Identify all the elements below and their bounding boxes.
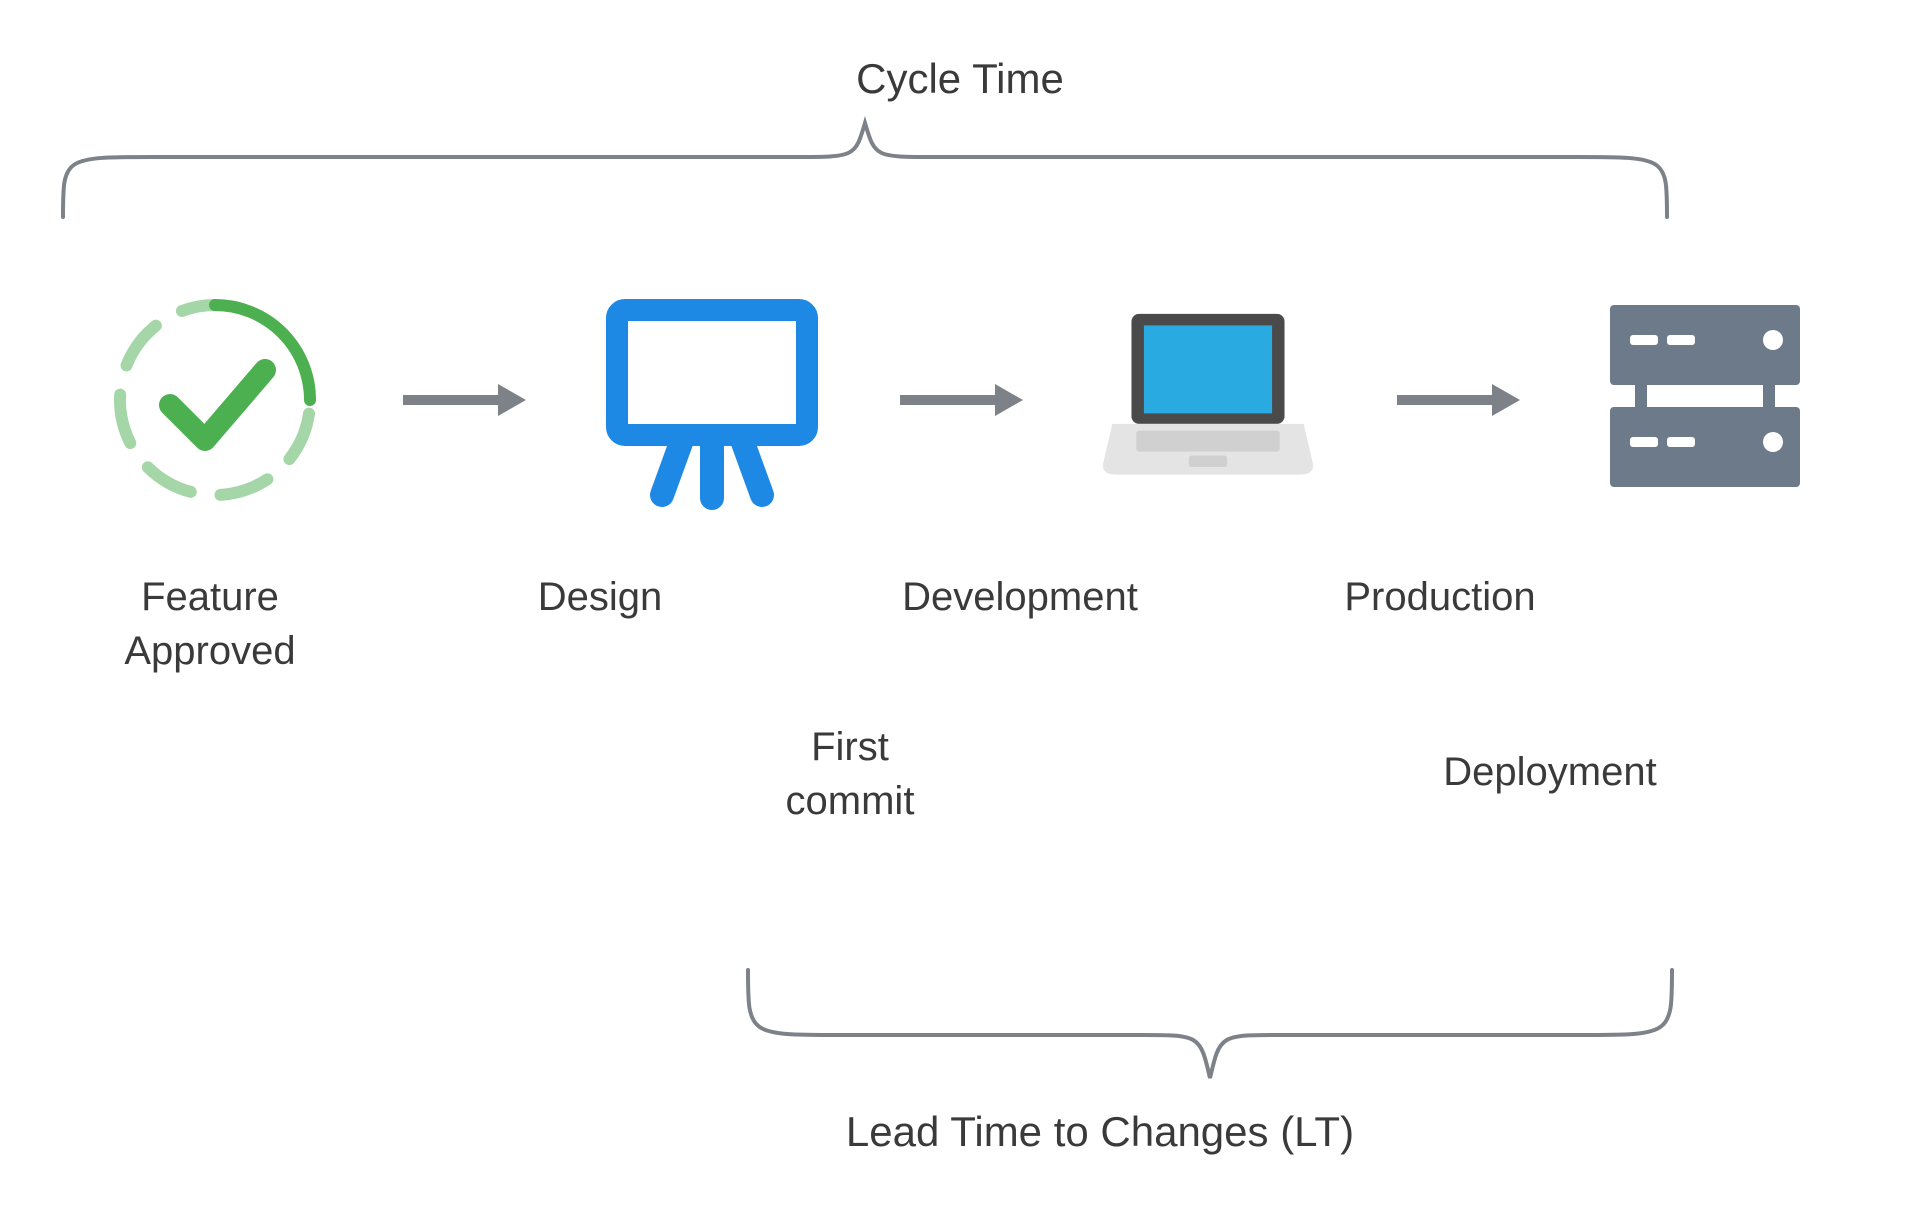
lead-time-title: Lead Time to Changes (LT): [846, 1105, 1354, 1160]
brace-top-icon: [55, 115, 1675, 225]
arrow-icon: [1392, 380, 1522, 420]
arrow-icon: [895, 380, 1025, 420]
brace-bottom-icon: [740, 960, 1680, 1085]
stage-design: [572, 290, 852, 510]
arrow-icon: [398, 380, 528, 420]
label-deployment: Deployment: [1400, 745, 1700, 799]
label-development: Development: [870, 570, 1170, 624]
label-feature-approved: Feature Approved: [80, 570, 340, 678]
laptop-icon: [1098, 290, 1318, 510]
label-production: Production: [1310, 570, 1570, 624]
label-design: Design: [500, 570, 700, 624]
cycle-time-title: Cycle Time: [856, 52, 1064, 107]
server-icon: [1595, 290, 1815, 510]
cycle-time-diagram: Cycle Time: [0, 0, 1920, 1212]
stage-production: [1565, 290, 1845, 510]
whiteboard-icon: [602, 290, 822, 510]
label-first-commit: First commit: [750, 720, 950, 828]
stage-feature-approved: [75, 290, 355, 510]
stage-row: [75, 290, 1845, 510]
checkmark-circle-icon: [105, 290, 325, 510]
stage-development: [1068, 290, 1348, 510]
